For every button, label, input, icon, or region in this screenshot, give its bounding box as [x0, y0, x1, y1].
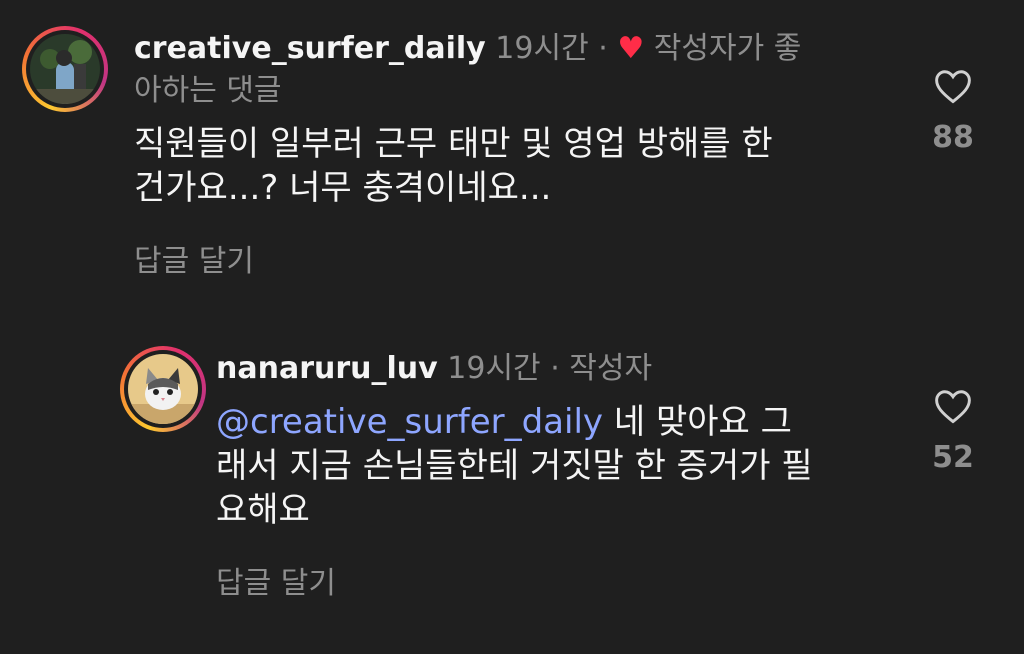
- like-column: 88: [908, 68, 998, 155]
- story-ring[interactable]: [120, 346, 206, 432]
- like-count: 88: [932, 120, 974, 155]
- username[interactable]: nanaruru_luv: [216, 351, 438, 386]
- timestamp: 19시간: [447, 351, 541, 386]
- username[interactable]: creative_surfer_daily: [134, 31, 486, 66]
- comment-1: creative_surfer_daily 19시간 · ♥ 작성자가 좋 아하…: [0, 0, 1024, 300]
- reply-button[interactable]: 답글 달기: [134, 236, 894, 280]
- separator: ·: [550, 351, 560, 386]
- author-liked-label: 작성자가 좋: [653, 31, 802, 66]
- separator: ·: [598, 31, 608, 66]
- avatar: [30, 34, 100, 104]
- author-liked-label-cont: 아하는 댓글: [134, 73, 282, 108]
- comment-text-line: 직원들이 일부러 근무 태만 및 영업 방해를 한: [134, 124, 773, 164]
- reply-button[interactable]: 답글 달기: [216, 558, 896, 602]
- like-column: 52: [908, 388, 998, 475]
- mention-link[interactable]: @creative_surfer_daily: [216, 402, 603, 442]
- avatar: [128, 354, 198, 424]
- comment-text-line: 요해요: [216, 490, 310, 530]
- story-ring[interactable]: [22, 26, 108, 112]
- timestamp: 19시간: [495, 31, 589, 66]
- comment-text-line: 네 맞아요 그: [603, 402, 792, 442]
- author-liked-heart-icon: ♥: [617, 31, 645, 66]
- comment-2: nanaruru_luv 19시간 · 작성자 @creative_surfer…: [0, 320, 1024, 654]
- cat-avatar-icon: [128, 354, 198, 424]
- comment-header: creative_surfer_daily 19시간 · ♥ 작성자가 좋 아하…: [134, 28, 894, 112]
- like-count: 52: [932, 440, 974, 475]
- photo-avatar-icon: [30, 34, 100, 104]
- comment-text-line: 건가요...? 너무 충격이네요...: [134, 168, 552, 208]
- comment-text: @creative_surfer_daily 네 맞아요 그 래서 지금 손님들…: [216, 400, 896, 532]
- heart-outline-icon[interactable]: [933, 68, 973, 104]
- author-label: 작성자: [569, 351, 653, 386]
- comment-text: 직원들이 일부러 근무 태만 및 영업 방해를 한 건가요...? 너무 충격이…: [134, 122, 894, 210]
- comment-header: nanaruru_luv 19시간 · 작성자: [216, 348, 896, 390]
- heart-outline-icon[interactable]: [933, 388, 973, 424]
- comment-text-line: 래서 지금 손님들한테 거짓말 한 증거가 필: [216, 446, 813, 486]
